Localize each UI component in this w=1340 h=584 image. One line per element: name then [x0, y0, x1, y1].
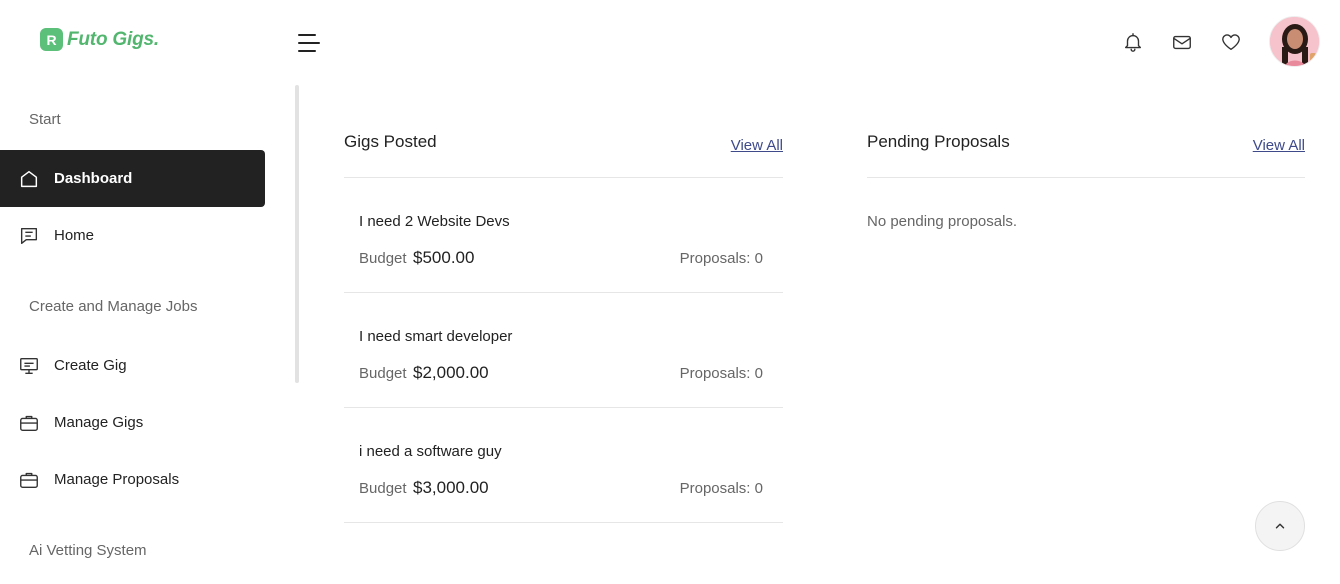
- sidebar-item-label: Home: [54, 227, 95, 244]
- gig-title[interactable]: I need smart developer: [359, 328, 512, 345]
- gig-title[interactable]: I need 2 Website Devs: [359, 213, 510, 230]
- sidebar-item-label: Create Gig: [54, 357, 127, 374]
- card-title: Pending Proposals: [867, 132, 1010, 151]
- brand-logo[interactable]: R Futo Gigs.: [40, 28, 159, 51]
- card-header: Gigs Posted View All: [344, 120, 783, 178]
- pending-proposals-card: Pending Proposals View All No pending pr…: [867, 120, 1305, 230]
- budget-label: Budget: [359, 365, 407, 382]
- card-title: Gigs Posted: [344, 132, 437, 151]
- briefcase-icon: [18, 412, 40, 434]
- brand-name: Futo Gigs.: [67, 28, 159, 50]
- presentation-icon: [18, 355, 40, 377]
- view-all-link[interactable]: View All: [1253, 137, 1305, 154]
- section-label-ai: Ai Vetting System: [29, 542, 147, 559]
- gig-title[interactable]: i need a software guy: [359, 443, 502, 460]
- gig-budget: Budget $500.00: [359, 248, 474, 268]
- card-header: Pending Proposals View All: [867, 120, 1305, 178]
- bell-icon[interactable]: [1122, 31, 1144, 53]
- section-label-start: Start: [29, 111, 61, 128]
- gig-proposals-count: Proposals: 0: [679, 250, 763, 267]
- avatar[interactable]: [1269, 16, 1320, 67]
- sidebar-item-label: Dashboard: [54, 170, 133, 187]
- scroll-to-top-button[interactable]: [1255, 501, 1305, 551]
- logo-mark: R: [40, 28, 63, 51]
- sidebar: Start Dashboard Home Create and Manage J…: [0, 85, 300, 584]
- sidebar-item-manage-proposals[interactable]: Manage Proposals: [0, 451, 265, 508]
- gig-budget: Budget $3,000.00: [359, 478, 489, 498]
- view-all-link[interactable]: View All: [731, 137, 783, 154]
- empty-state-text: No pending proposals.: [867, 213, 1018, 230]
- gig-proposals-count: Proposals: 0: [679, 365, 763, 382]
- home-outline-icon: [18, 168, 40, 190]
- gig-row[interactable]: i need a software guy Budget $3,000.00 P…: [344, 408, 783, 523]
- gig-proposals-count: Proposals: 0: [679, 480, 763, 497]
- sidebar-item-manage-gigs[interactable]: Manage Gigs: [0, 394, 265, 451]
- sidebar-item-label: Manage Gigs: [54, 414, 144, 431]
- sidebar-item-create-gig[interactable]: Create Gig: [0, 337, 265, 394]
- chat-icon: [18, 225, 40, 247]
- gig-row[interactable]: I need 2 Website Devs Budget $500.00 Pro…: [344, 178, 783, 293]
- gig-row[interactable]: I need smart developer Budget $2,000.00 …: [344, 293, 783, 408]
- sidebar-item-home[interactable]: Home: [0, 207, 265, 264]
- gigs-posted-card: Gigs Posted View All I need 2 Website De…: [344, 120, 783, 523]
- briefcase-icon: [18, 469, 40, 491]
- budget-amount: $3,000.00: [413, 478, 489, 497]
- gig-budget: Budget $2,000.00: [359, 363, 489, 383]
- sidebar-scrollbar[interactable]: [295, 85, 299, 383]
- section-label-jobs: Create and Manage Jobs: [29, 298, 198, 315]
- mail-icon[interactable]: [1171, 31, 1193, 53]
- chevron-up-icon: [1275, 523, 1285, 529]
- budget-amount: $500.00: [413, 248, 475, 267]
- menu-toggle-icon[interactable]: [298, 32, 322, 54]
- sidebar-item-label: Manage Proposals: [54, 471, 180, 488]
- budget-label: Budget: [359, 480, 407, 497]
- sidebar-item-dashboard[interactable]: Dashboard: [0, 150, 265, 207]
- budget-amount: $2,000.00: [413, 363, 489, 382]
- budget-label: Budget: [359, 250, 407, 267]
- header-actions: [1122, 16, 1320, 67]
- heart-icon[interactable]: [1220, 31, 1242, 53]
